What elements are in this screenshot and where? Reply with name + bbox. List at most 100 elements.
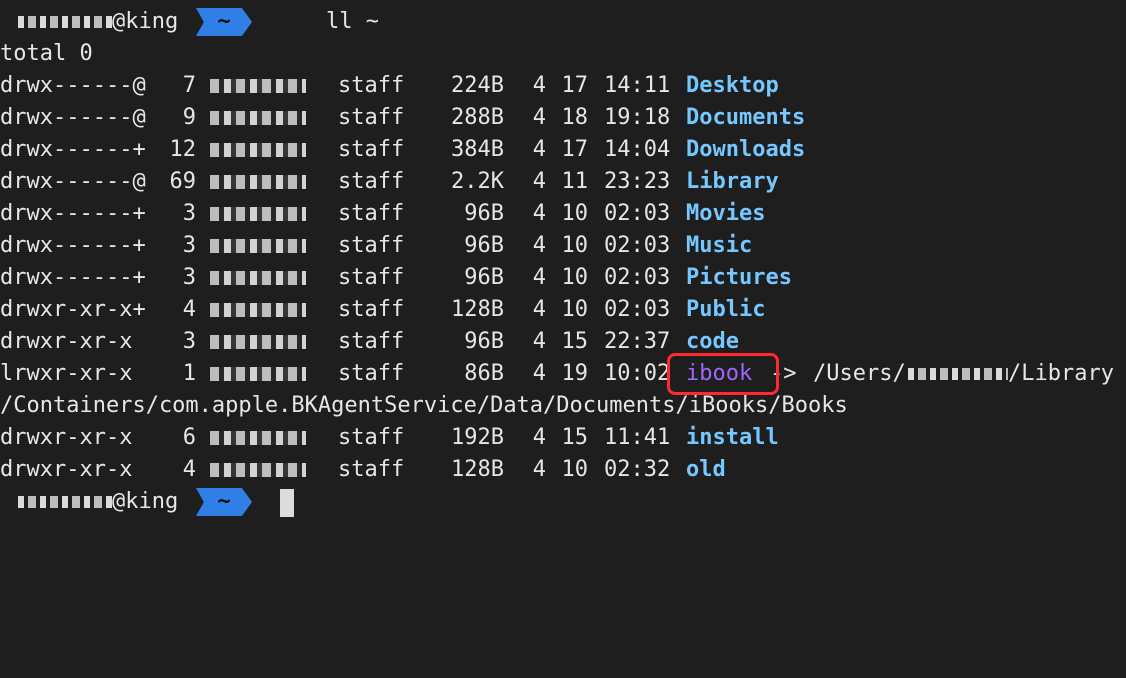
directory-name[interactable]: Downloads <box>686 134 805 166</box>
redacted-owner <box>210 175 306 189</box>
permissions: drwxr-xr-x <box>0 457 133 482</box>
redacted-owner <box>210 79 306 93</box>
group: staff <box>338 457 405 482</box>
permissions: drwxr-xr-x <box>0 329 133 354</box>
redacted-username <box>908 368 1008 380</box>
group: staff <box>338 233 405 258</box>
text-cursor <box>280 489 294 517</box>
group: staff <box>338 137 405 162</box>
redacted-username <box>18 496 114 508</box>
permissions: drwx------@ <box>0 169 146 194</box>
day: 10 <box>561 233 589 258</box>
permissions: drwx------+ <box>0 265 146 290</box>
link-count: 7 <box>182 73 196 98</box>
permissions: drwx------+ <box>0 137 146 162</box>
month: 4 <box>532 201 546 226</box>
group: staff <box>338 329 405 354</box>
directory-name[interactable]: Pictures <box>686 262 792 294</box>
day: 10 <box>561 297 589 322</box>
prompt-host: @king <box>112 489 179 514</box>
day: 19 <box>561 361 589 386</box>
time: 02:03 <box>604 297 671 322</box>
link-count: 3 <box>182 201 196 226</box>
link-count: 1 <box>182 361 196 386</box>
link-count: 69 <box>169 169 197 194</box>
redacted-owner <box>210 367 306 381</box>
prompt-host: @king <box>112 9 179 34</box>
size: 96B <box>464 265 504 290</box>
size: 96B <box>464 233 504 258</box>
total-line: total 0 <box>0 41 93 66</box>
month: 4 <box>532 457 546 482</box>
permissions: drwxr-xr-x+ <box>0 297 146 322</box>
permissions: drwxr-xr-x <box>0 425 133 450</box>
permissions: drwx------@ <box>0 73 146 98</box>
day: 15 <box>561 329 589 354</box>
redacted-owner <box>210 143 306 157</box>
prompt-line-bottom: @king ~ <box>0 486 294 518</box>
size: 96B <box>464 329 504 354</box>
redacted-owner <box>210 303 306 317</box>
size: 86B <box>464 361 504 386</box>
directory-name[interactable]: install <box>686 422 779 454</box>
symlink-target-suffix: /Library <box>1008 361 1114 386</box>
month: 4 <box>532 137 546 162</box>
directory-name[interactable]: Documents <box>686 102 805 134</box>
size: 128B <box>451 457 504 482</box>
size: 128B <box>451 297 504 322</box>
link-count: 12 <box>169 137 197 162</box>
day: 15 <box>561 425 589 450</box>
time: 02:03 <box>604 265 671 290</box>
time: 22:37 <box>604 329 671 354</box>
redacted-owner <box>210 463 306 477</box>
time: 02:32 <box>604 457 671 482</box>
day: 18 <box>561 105 589 130</box>
time: 10:02 <box>604 361 671 386</box>
time: 14:11 <box>604 73 671 98</box>
redacted-owner <box>210 207 306 221</box>
group: staff <box>338 169 405 194</box>
directory-name[interactable]: Music <box>686 230 752 262</box>
redacted-owner <box>210 335 306 349</box>
link-count: 3 <box>182 265 196 290</box>
directory-name[interactable]: Movies <box>686 198 765 230</box>
month: 4 <box>532 297 546 322</box>
time: 11:41 <box>604 425 671 450</box>
redacted-username <box>18 16 114 28</box>
day: 10 <box>561 265 589 290</box>
size: 96B <box>464 201 504 226</box>
group: staff <box>338 73 405 98</box>
month: 4 <box>532 73 546 98</box>
size: 192B <box>451 425 504 450</box>
symlink-target-prefix: /Users/ <box>813 361 906 386</box>
highlight-box <box>667 353 779 395</box>
month: 4 <box>532 169 546 194</box>
redacted-owner <box>210 239 306 253</box>
group: staff <box>338 361 405 386</box>
permissions: drwx------@ <box>0 105 146 130</box>
redacted-owner <box>210 431 306 445</box>
time: 02:03 <box>604 233 671 258</box>
month: 4 <box>532 361 546 386</box>
link-count: 4 <box>182 297 196 322</box>
directory-name[interactable]: old <box>686 454 726 486</box>
time: 02:03 <box>604 201 671 226</box>
redacted-owner <box>210 111 306 125</box>
size: 2.2K <box>451 169 504 194</box>
month: 4 <box>532 425 546 450</box>
month: 4 <box>532 265 546 290</box>
terminal-window[interactable]: @king ~ ll ~ total 0 drwx------@ 7 staff 22… <box>0 0 1126 520</box>
group: staff <box>338 425 405 450</box>
size: 384B <box>451 137 504 162</box>
prompt-path-arrow: ~ <box>196 488 252 516</box>
month: 4 <box>532 105 546 130</box>
size: 288B <box>451 105 504 130</box>
permissions: drwx------+ <box>0 201 146 226</box>
month: 4 <box>532 329 546 354</box>
month: 4 <box>532 233 546 258</box>
directory-name[interactable]: Public <box>686 294 765 326</box>
time: 23:23 <box>604 169 671 194</box>
time: 14:04 <box>604 137 671 162</box>
directory-name[interactable]: Library <box>686 166 779 198</box>
directory-name[interactable]: Desktop <box>686 70 779 102</box>
